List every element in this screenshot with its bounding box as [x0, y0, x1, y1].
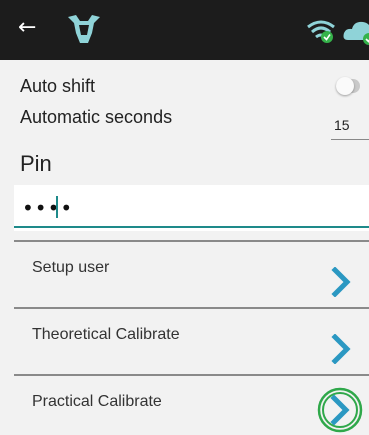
cloud-connected-icon: [343, 21, 369, 45]
app-toolbar: ←: [0, 0, 369, 60]
chevron-right-icon[interactable]: [316, 386, 364, 434]
pin-input[interactable]: ••••: [14, 185, 369, 231]
cow-head-logo-icon: [68, 15, 100, 43]
automatic-seconds-input[interactable]: 15: [331, 116, 369, 140]
wifi-connected-icon: [307, 20, 335, 43]
menu-item-label: Setup user: [32, 259, 110, 276]
menu-item-setup-user[interactable]: Setup user: [14, 240, 369, 308]
menu-item-theoretical-calibrate[interactable]: Theoretical Calibrate: [14, 307, 369, 375]
automatic-seconds-label: Automatic seconds: [20, 107, 173, 127]
menu-item-label: Practical Calibrate: [32, 393, 162, 410]
pin-input-underline: [14, 226, 369, 228]
pin-label: Pin: [20, 151, 52, 176]
auto-shift-label: Auto shift: [20, 76, 96, 96]
auto-shift-toggle[interactable]: [336, 77, 360, 95]
back-arrow-icon[interactable]: ←: [18, 16, 36, 40]
toggle-knob: [336, 77, 354, 95]
menu-item-practical-calibrate[interactable]: Practical Calibrate: [14, 374, 369, 435]
chevron-right-icon[interactable]: [326, 334, 356, 364]
menu-item-label: Theoretical Calibrate: [32, 326, 180, 343]
pin-value: ••••: [22, 196, 74, 220]
chevron-right-icon[interactable]: [326, 267, 356, 297]
text-caret: [56, 196, 58, 218]
